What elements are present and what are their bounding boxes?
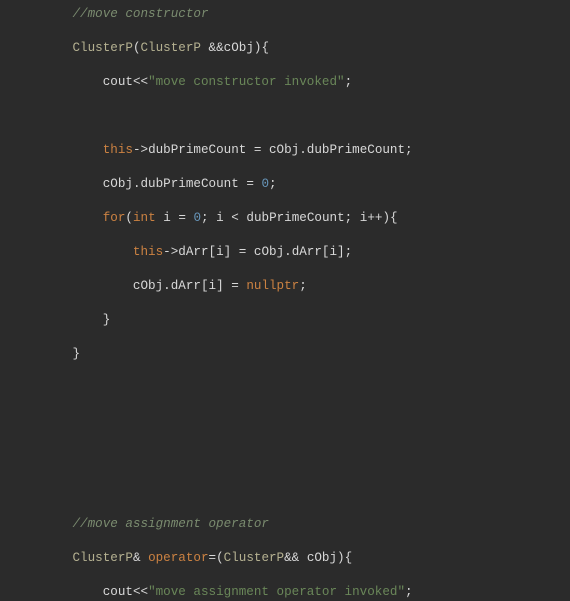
code-line: cout<<"move constructor invoked"; (0, 74, 570, 91)
code-line: } (0, 312, 570, 329)
code-line (0, 108, 570, 125)
code-line: } (0, 346, 570, 363)
code-line (0, 380, 570, 397)
code-line (0, 448, 570, 465)
code-line: ClusterP& operator=(ClusterP&& cObj){ (0, 550, 570, 567)
code-line: this->dubPrimeCount = cObj.dubPrimeCount… (0, 142, 570, 159)
code-line: cout<<"move assignment operator invoked"… (0, 584, 570, 601)
code-line: //move assignment operator (0, 516, 570, 533)
code-line: this->dArr[i] = cObj.dArr[i]; (0, 244, 570, 261)
code-line: cObj.dubPrimeCount = 0; (0, 176, 570, 193)
code-line (0, 414, 570, 431)
code-line: ClusterP(ClusterP &&cObj){ (0, 40, 570, 57)
code-block: //move constructor ClusterP(ClusterP &&c… (0, 0, 570, 601)
comment: //move constructor (72, 7, 208, 21)
code-line: for(int i = 0; i < dubPrimeCount; i++){ (0, 210, 570, 227)
code-line (0, 482, 570, 499)
code-line: //move constructor (0, 6, 570, 23)
code-line: cObj.dArr[i] = nullptr; (0, 278, 570, 295)
comment: //move assignment operator (72, 517, 269, 531)
